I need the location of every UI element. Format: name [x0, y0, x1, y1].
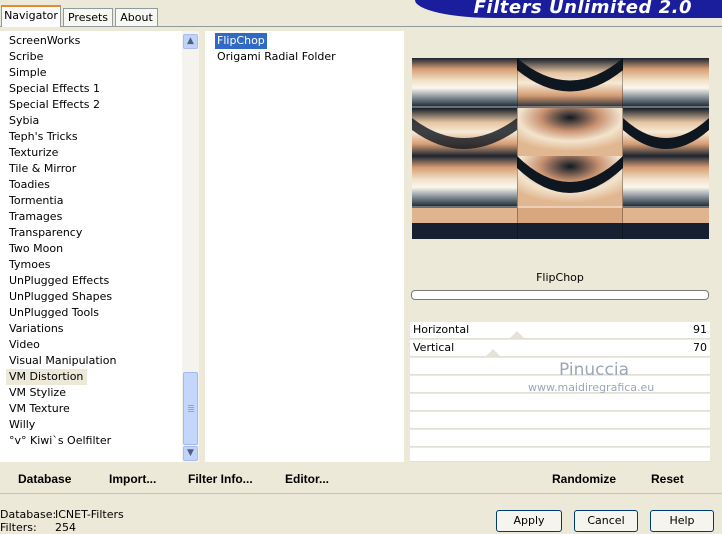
randomize-button[interactable]: Randomize	[552, 471, 616, 487]
category-item[interactable]: VM Texture	[6, 401, 74, 417]
category-item[interactable]: Visual Manipulation	[6, 353, 120, 369]
reset-button[interactable]: Reset	[651, 471, 684, 487]
slider-label: Vertical	[413, 341, 455, 354]
slider-handle[interactable]	[510, 331, 524, 338]
category-item[interactable]: VM Distortion	[6, 369, 88, 385]
category-scrollbar[interactable]: ▲ ▼	[182, 31, 199, 462]
status-database-label: Database:	[0, 508, 57, 521]
tab-about[interactable]: About	[115, 8, 158, 26]
arrow-down-icon[interactable]: ▼	[183, 446, 198, 461]
slider-empty	[410, 430, 710, 447]
category-item[interactable]: Teph's Tricks	[6, 129, 82, 145]
slider-value: 91	[693, 323, 707, 336]
slider-horizontal[interactable]: Horizontal 91	[410, 322, 710, 339]
status-filters-label: Filters:	[0, 521, 37, 534]
tab-navigator[interactable]: Navigator	[1, 5, 61, 27]
slider-empty	[410, 394, 710, 411]
category-item[interactable]: Tormentia	[6, 193, 67, 209]
filter-item[interactable]: Origami Radial Folder	[215, 49, 338, 65]
category-item[interactable]: Simple	[6, 65, 51, 81]
cancel-button[interactable]: Cancel	[574, 510, 638, 532]
category-item[interactable]: °v° Kiwi`s Oelfilter	[6, 433, 115, 449]
category-item[interactable]: Sybia	[6, 113, 43, 129]
progress-bar	[411, 290, 709, 300]
category-item[interactable]: Texturize	[6, 145, 62, 161]
status-database-value: ICNET-Filters	[55, 508, 124, 521]
watermark-url: www.maidiregrafica.eu	[528, 381, 655, 394]
status-filters-value: 254	[55, 521, 76, 534]
category-item[interactable]: Tymoes	[6, 257, 54, 273]
app-title: Filters Unlimited 2.0	[473, 0, 692, 18]
filter-item[interactable]: FlipChop	[215, 33, 267, 49]
category-item[interactable]: VM Stylize	[6, 385, 70, 401]
category-item[interactable]: Willy	[6, 417, 39, 433]
slider-empty	[410, 412, 710, 429]
arrow-up-icon[interactable]: ▲	[183, 34, 198, 49]
category-item[interactable]: ScreenWorks	[6, 33, 84, 49]
slider-handle[interactable]	[486, 349, 500, 356]
scroll-thumb[interactable]	[183, 372, 198, 445]
category-item[interactable]: Tile & Mirror	[6, 161, 80, 177]
category-item[interactable]: Scribe	[6, 49, 47, 65]
preview-image	[412, 58, 709, 239]
help-button[interactable]: Help	[650, 510, 714, 532]
slider-label: Horizontal	[413, 323, 470, 336]
category-item[interactable]: Special Effects 1	[6, 81, 104, 97]
tab-divider	[0, 26, 722, 27]
category-item[interactable]: Video	[6, 337, 44, 353]
import-button[interactable]: Import...	[109, 471, 156, 487]
category-item[interactable]: UnPlugged Effects	[6, 273, 113, 289]
tab-presets[interactable]: Presets	[63, 8, 113, 26]
filter-title: FlipChop	[536, 271, 584, 284]
category-item[interactable]: UnPlugged Tools	[6, 305, 103, 321]
category-item[interactable]: Two Moon	[6, 241, 67, 257]
filter-info-button[interactable]: Filter Info...	[188, 471, 253, 487]
category-item[interactable]: Toadies	[6, 177, 54, 193]
category-item[interactable]: Transparency	[6, 225, 86, 241]
editor-button[interactable]: Editor...	[285, 471, 329, 487]
slider-vertical[interactable]: Vertical 70	[410, 340, 710, 357]
watermark-name: Pinuccia	[559, 360, 629, 380]
filter-list[interactable]	[205, 31, 404, 462]
apply-button[interactable]: Apply	[496, 510, 562, 532]
slider-empty	[410, 448, 710, 462]
app-banner: Filters Unlimited 2.0	[415, 0, 722, 18]
separator	[0, 493, 722, 494]
category-item[interactable]: Special Effects 2	[6, 97, 104, 113]
category-item[interactable]: Variations	[6, 321, 68, 337]
category-item[interactable]: UnPlugged Shapes	[6, 289, 116, 305]
database-button[interactable]: Database	[18, 471, 71, 487]
slider-value: 70	[693, 341, 707, 354]
category-item[interactable]: Tramages	[6, 209, 66, 225]
